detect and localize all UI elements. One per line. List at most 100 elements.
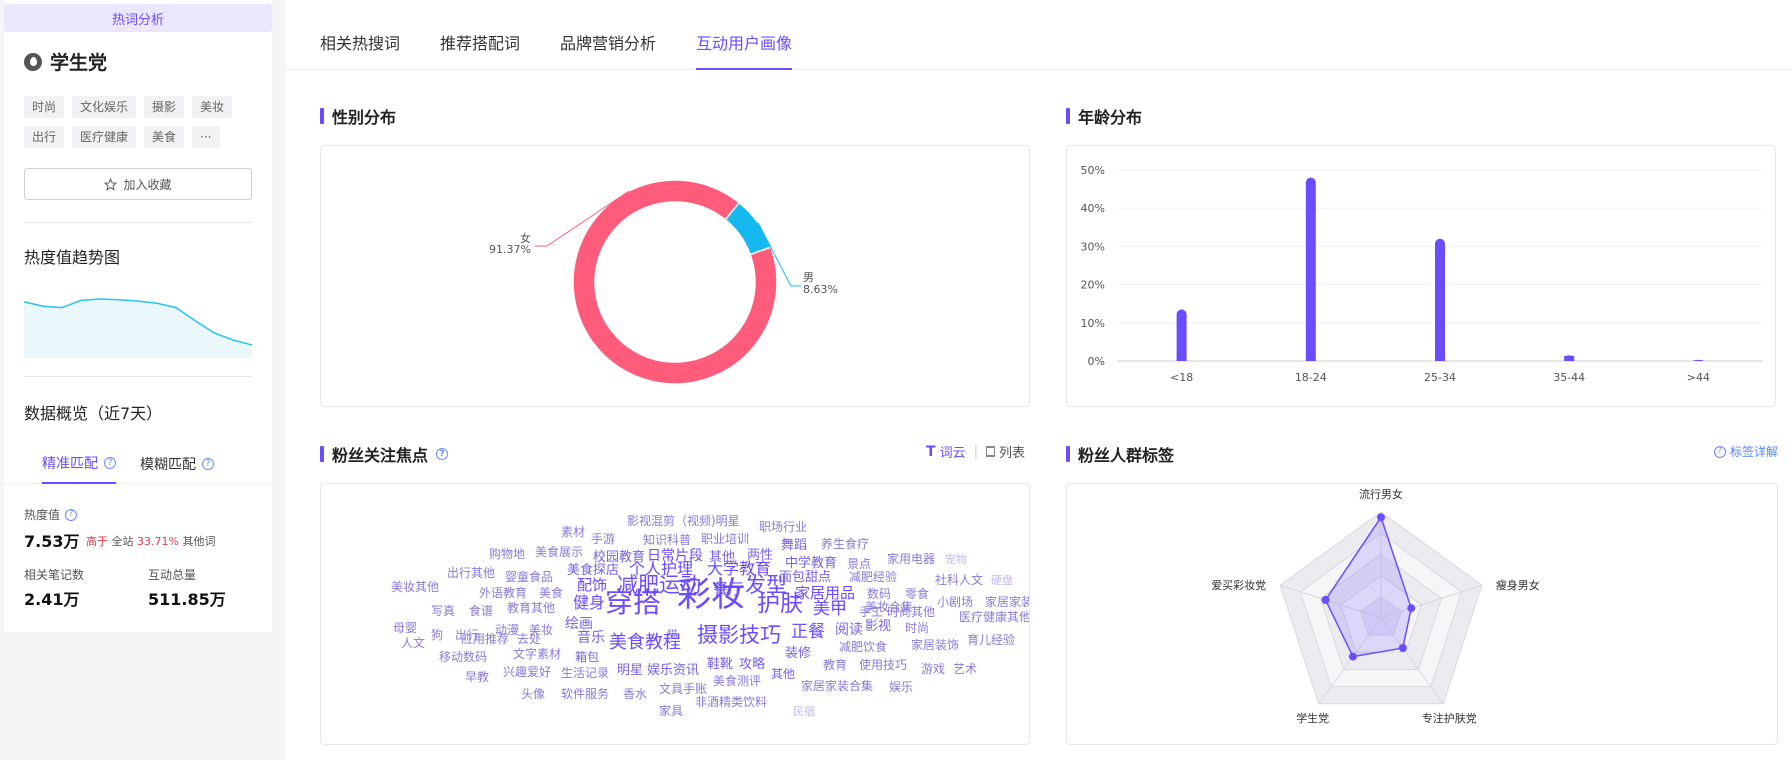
cloud-word[interactable]: 知识科普 [643, 534, 691, 546]
cloud-word[interactable]: 摄影技巧 [697, 625, 781, 646]
cloud-word[interactable]: 手游 [591, 533, 615, 545]
cloud-word[interactable]: 音乐 [577, 631, 605, 645]
cloud-word[interactable]: 写真 [431, 605, 455, 617]
cloud-word[interactable]: 配饰 [577, 578, 607, 593]
cloud-word[interactable]: 家居装饰 [911, 639, 959, 651]
list-toggle[interactable]: 列表 [985, 442, 1025, 461]
cloud-word[interactable]: 家居家装 [985, 596, 1029, 608]
cloud-word[interactable]: 美食教程 [609, 633, 681, 652]
cloud-word[interactable]: 美妆其他 [391, 581, 439, 593]
cloud-word[interactable]: 人文 [401, 637, 425, 649]
cloud-word[interactable]: 外语教育 [479, 587, 527, 599]
tab-fuzzy-match[interactable]: 模糊匹配 ? [140, 444, 214, 484]
cloud-word[interactable]: 头像 [521, 688, 545, 700]
help-icon[interactable]: ? [104, 457, 116, 469]
cloud-word[interactable]: 景点 [847, 558, 871, 570]
category-tag[interactable]: 医疗健康 [72, 126, 137, 148]
cloud-word[interactable]: 明星 [617, 664, 643, 677]
cloud-word[interactable]: 时尚 [905, 622, 929, 634]
cloud-word[interactable]: 装修 [785, 647, 811, 660]
cloud-word[interactable]: 手工 [859, 606, 883, 618]
cloud-word[interactable]: 非酒精类饮料 [695, 696, 767, 708]
cloud-word[interactable]: 娱乐资讯 [647, 664, 699, 677]
cloud-word[interactable]: 家用电器 [887, 553, 935, 565]
category-tag[interactable]: 文化娱乐 [72, 96, 137, 118]
cloud-word[interactable]: 婴童食品 [505, 571, 553, 583]
more-tags-button[interactable]: ··· [192, 126, 220, 148]
help-icon[interactable]: ? [202, 458, 214, 470]
cloud-word[interactable]: 美食探店 [567, 564, 619, 577]
cloud-word[interactable]: 数码 [867, 588, 891, 600]
cloud-word[interactable]: 绘画 [565, 617, 593, 631]
cloud-word[interactable]: 美食测评 [713, 675, 761, 687]
cloud-word[interactable]: 素材 [561, 526, 585, 538]
cloud-word[interactable]: 中学教育 [785, 557, 837, 570]
cloud-word[interactable]: 家居家装合集 [801, 680, 873, 692]
cloud-word[interactable]: 美甲 [813, 600, 847, 618]
cloud-word[interactable]: 软件服务 [561, 688, 609, 700]
cloud-word[interactable]: 穿搭 [605, 589, 661, 617]
cloud-word[interactable]: 去处 [517, 633, 541, 645]
cloud-word[interactable]: 彩妆 [677, 578, 745, 612]
cloud-word[interactable]: 减肥经验 [849, 571, 897, 583]
cloud-word[interactable]: 鞋靴 [707, 658, 733, 671]
cloud-word[interactable]: 文字素材 [513, 648, 561, 660]
cloud-word[interactable]: 小剧场 [937, 596, 973, 608]
cloud-word[interactable]: 美食 [539, 587, 563, 599]
cloud-word[interactable]: 移动数码 [439, 651, 487, 663]
cloud-word[interactable]: 民宿 [793, 706, 815, 717]
help-icon[interactable]: ? [65, 508, 78, 521]
tab-recommended-words[interactable]: 推荐搭配词 [440, 30, 520, 70]
cloud-word[interactable]: 硬盘 [991, 575, 1013, 586]
cloud-word[interactable]: 狗 [431, 629, 443, 641]
cloud-word[interactable]: 职业培训 [701, 533, 749, 545]
cloud-word[interactable]: 应用推荐 [461, 633, 509, 645]
cloud-word[interactable]: 艺术 [953, 663, 977, 675]
cloud-word[interactable]: 健身 [573, 595, 605, 611]
cloud-word[interactable]: 护肤 [757, 593, 803, 616]
cloud-word[interactable]: 医疗健康其他 [959, 611, 1029, 623]
cloud-word[interactable]: 正餐 [791, 623, 825, 641]
help-icon[interactable]: ? [436, 448, 449, 460]
cloud-word[interactable]: 育儿经验 [967, 634, 1015, 646]
cloud-word[interactable]: 社科人文 [935, 574, 983, 586]
wordcloud-toggle[interactable]: T 词云 [926, 442, 966, 462]
cloud-word[interactable]: 零食 [905, 588, 929, 600]
cloud-word[interactable]: 宠物 [945, 554, 967, 565]
cloud-word[interactable]: 使用技巧 [859, 659, 907, 671]
cloud-word[interactable]: 教育 [823, 659, 847, 671]
cloud-word[interactable]: 美食展示 [535, 546, 583, 558]
cloud-word[interactable]: 文具手账 [659, 683, 707, 695]
category-tag[interactable]: 美妆 [192, 96, 233, 118]
cloud-word[interactable]: 教育其他 [507, 602, 555, 614]
tab-user-portrait[interactable]: 互动用户画像 [696, 30, 793, 70]
tab-brand-analysis[interactable]: 品牌营销分析 [560, 30, 656, 70]
cloud-word[interactable]: 生活记录 [561, 667, 609, 679]
cloud-word[interactable]: 购物地 [489, 548, 525, 560]
cloud-word[interactable]: 其他 [771, 668, 795, 680]
cloud-word[interactable]: 阅读 [835, 623, 863, 637]
cloud-word[interactable]: 职场行业 [759, 521, 807, 533]
cloud-word[interactable]: 攻略 [739, 658, 765, 671]
cloud-word[interactable]: 出行其他 [447, 567, 495, 579]
tab-related-searches[interactable]: 相关热搜词 [320, 30, 400, 70]
category-tag[interactable]: 出行 [24, 126, 65, 148]
cloud-word[interactable]: 香水 [623, 688, 647, 700]
cloud-word[interactable]: 影视 [865, 620, 891, 633]
cloud-word[interactable]: 养生食疗 [821, 538, 869, 550]
cloud-word[interactable]: 减肥饮食 [839, 641, 887, 653]
tab-exact-match[interactable]: 精准匹配 ? [42, 444, 116, 484]
tag-detail-link[interactable]: ? 标签详解 [1714, 443, 1778, 460]
cloud-word[interactable]: 娱乐 [889, 681, 913, 693]
cloud-word[interactable]: 母婴 [393, 622, 417, 634]
cloud-word[interactable]: 早教 [465, 671, 489, 683]
cloud-word[interactable]: 影视混剪（视频)明星 [627, 515, 740, 527]
cloud-word[interactable]: 食谱 [469, 605, 493, 617]
cloud-word[interactable]: 兴趣爱好 [503, 666, 551, 678]
cloud-word[interactable]: 时尚其他 [887, 606, 935, 618]
cloud-word[interactable]: 箱包 [575, 651, 599, 663]
cloud-word[interactable]: 家具 [659, 705, 683, 717]
category-tag[interactable]: 摄影 [144, 96, 185, 118]
add-favorite-button[interactable]: 加入收藏 [24, 168, 252, 200]
category-tag[interactable]: 美食 [144, 126, 185, 148]
